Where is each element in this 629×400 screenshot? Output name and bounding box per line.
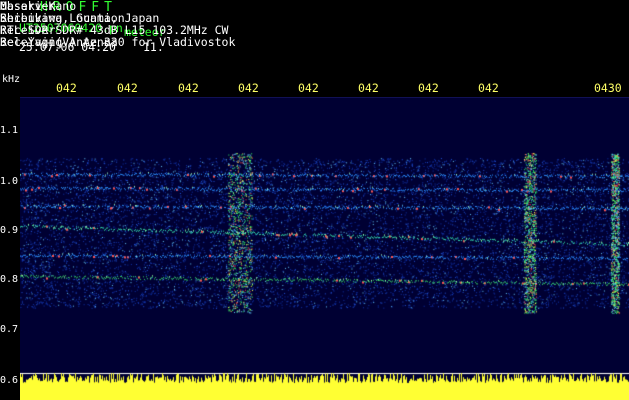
x-tick-label: 042 bbox=[418, 81, 439, 95]
x-tick-label: 042 bbox=[298, 81, 319, 95]
x-tick-label: 042 bbox=[56, 81, 77, 95]
antenna-value: 3el Yagi(V) Az 330 for Vladivostok bbox=[0, 35, 236, 49]
y-tick-label: 0.8 bbox=[0, 274, 19, 285]
y-tick-label: 0.6 bbox=[0, 375, 19, 386]
x-tick-label: 0430 bbox=[594, 81, 622, 95]
y-tick-label: 1.1 bbox=[0, 125, 19, 136]
x-tick-label: 042 bbox=[358, 81, 379, 95]
y-tick-label: 0.7 bbox=[0, 324, 19, 335]
x-tick-label: 042 bbox=[478, 81, 499, 95]
y-axis-unit: kHz bbox=[2, 74, 21, 85]
hrofft-screen: HROFFT UT2507060420.pn meteor 25.07.06 0… bbox=[0, 0, 629, 400]
y-tick-label: 0.9 bbox=[0, 225, 19, 236]
x-tick-label: 042 bbox=[178, 81, 199, 95]
spectrogram-canvas bbox=[20, 98, 629, 400]
y-tick-label: 1.0 bbox=[0, 176, 19, 187]
x-tick-label: 042 bbox=[238, 81, 259, 95]
spectrogram-panel bbox=[20, 97, 629, 400]
x-tick-label: 042 bbox=[117, 81, 138, 95]
